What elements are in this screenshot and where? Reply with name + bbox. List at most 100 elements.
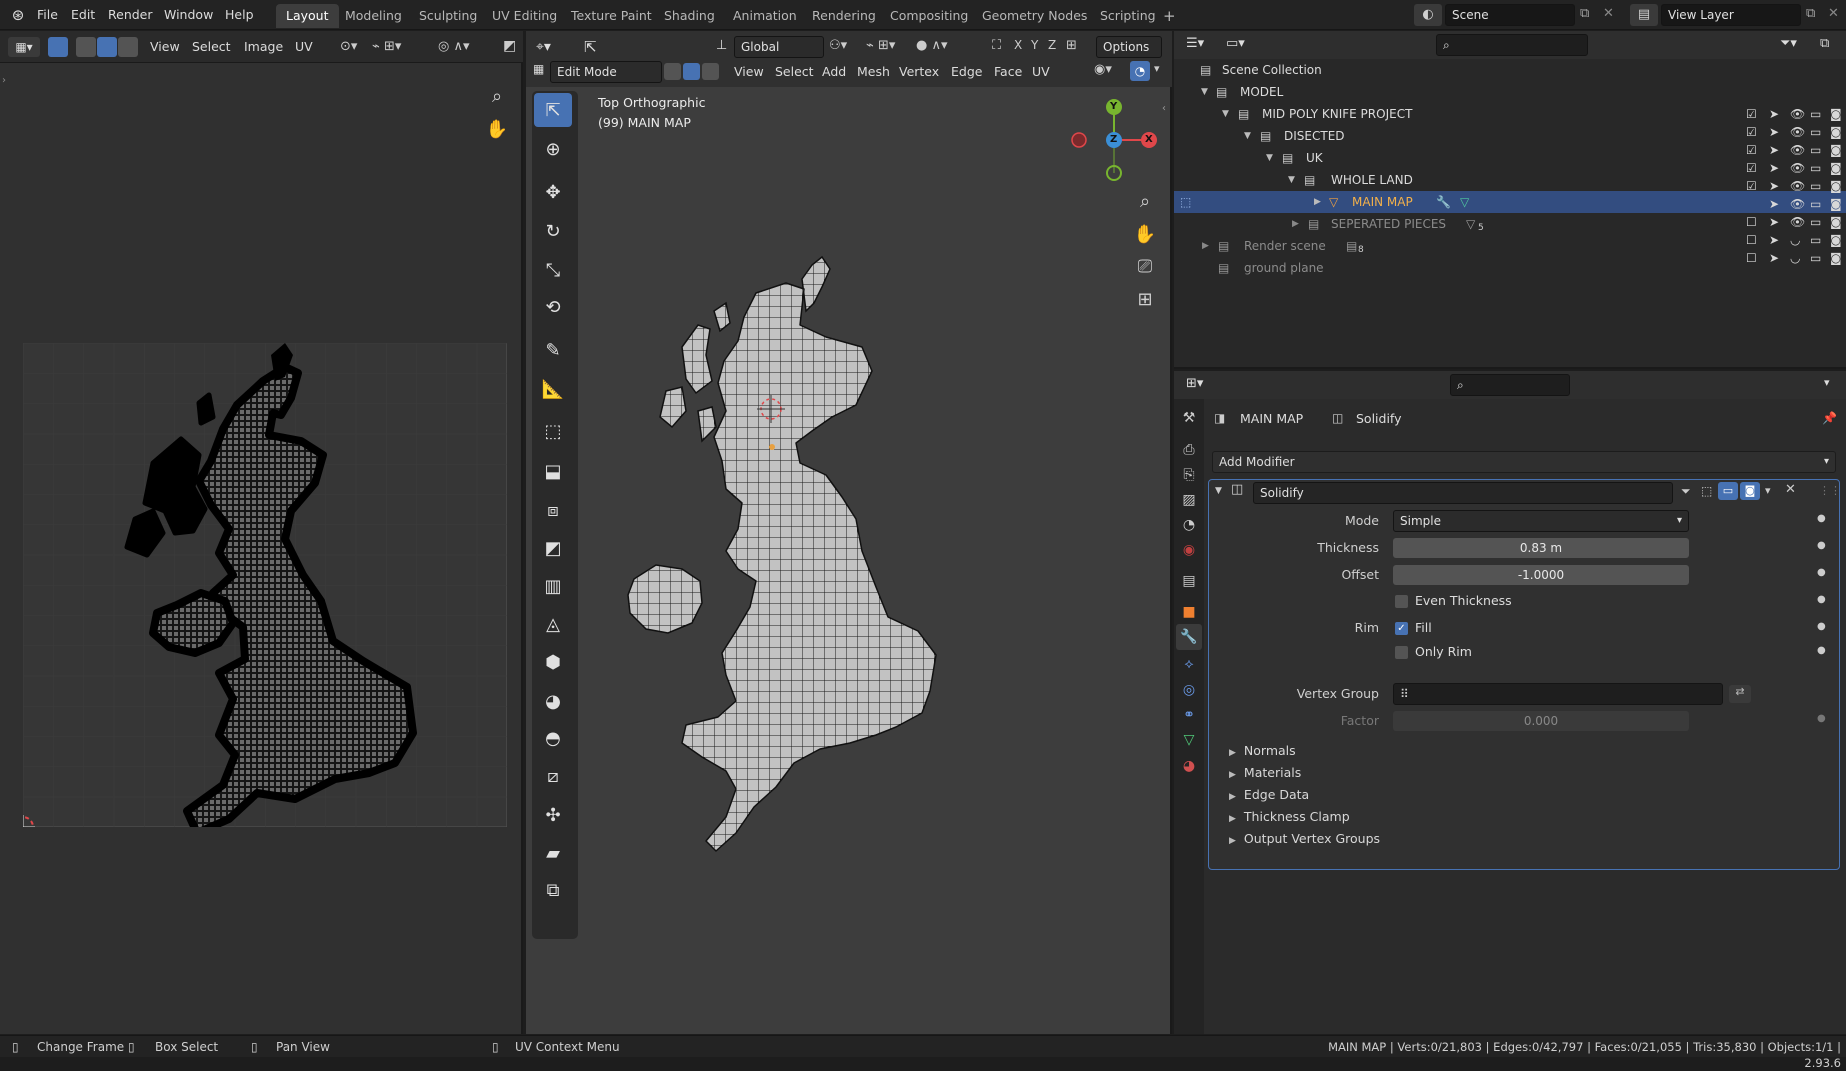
editor-type-3d-icon[interactable]: ⌖▾ [536, 39, 551, 55]
properties-editor-icon[interactable]: ⊞▾ [1186, 376, 1203, 391]
proportional-edit-3d-icon[interactable]: ● ∧▾ [916, 38, 948, 53]
3d-viewport[interactable]: ⌖▾ ⇱ ⊥ Global ⚇▾ ⌁ ⊞▾ ● ∧▾ ⛶ X Y Z ⊞ Opt… [526, 31, 1172, 1034]
display-mode-icon[interactable]: ▭▾ [1226, 36, 1245, 51]
overlays-icon[interactable]: ◔ [1130, 61, 1150, 81]
fill-checkbox[interactable]: ✓ [1395, 622, 1408, 635]
vertex-group-field[interactable]: ⠿ [1393, 683, 1723, 705]
hide-eye-icons[interactable]: 👁 👁 👁 👁 👁 👁 👁 ◡ ◡ [1790, 105, 1805, 267]
pivot-point-icon[interactable]: ⚇▾ [829, 38, 847, 53]
drag-handle-icon[interactable]: ⋮⋮ [1819, 484, 1841, 497]
measure-tool-icon[interactable]: 📐 [534, 372, 572, 406]
collapse-arrow-icon[interactable]: ▼ [1215, 486, 1222, 496]
orientation-dropdown[interactable]: Global [734, 36, 824, 58]
rotate-tool-icon[interactable]: ↻ [534, 214, 572, 248]
tab-uv-editing[interactable]: UV Editing [482, 4, 567, 28]
physics-tab-icon[interactable]: ◎ [1176, 677, 1202, 703]
ortho-toggle-icon[interactable]: ⊞ [1130, 284, 1160, 314]
menu-file[interactable]: File [30, 4, 65, 26]
annotate-tool-icon[interactable]: ✎ [534, 333, 572, 367]
vp-menu-vertex[interactable]: Vertex [893, 61, 945, 83]
expand-arrow-icon[interactable]: ▼ [1266, 147, 1273, 169]
properties-search-input[interactable]: ⌕ [1450, 374, 1570, 396]
constraints-tab-icon[interactable]: ⚭ [1176, 702, 1202, 728]
collection-tab-icon[interactable]: ▤ [1176, 568, 1202, 594]
rip-tool-icon[interactable]: ⧉ [534, 873, 572, 907]
overlays-dropdown-icon[interactable]: ▾ [1154, 62, 1160, 75]
vp-menu-view[interactable]: View [728, 61, 770, 83]
material-tab-icon[interactable]: ◕ [1176, 753, 1202, 779]
keyframe-dot-icon[interactable]: ● [1817, 645, 1826, 656]
outliner-editor-icon[interactable]: ☰▾ [1186, 36, 1204, 51]
keyframe-dot-icon[interactable]: ● [1817, 540, 1826, 551]
close-view-layer-icon[interactable]: ✕ [1828, 6, 1839, 21]
section-output-vertex-groups[interactable]: ▶ Output Vertex Groups [1229, 831, 1380, 846]
vertex-mode-icon[interactable] [664, 63, 681, 80]
tab-layout[interactable]: Layout [276, 4, 339, 28]
menu-edit[interactable]: Edit [64, 4, 102, 26]
tab-texture-paint[interactable]: Texture Paint [561, 4, 662, 28]
image-display-icon[interactable]: ◩ [503, 38, 516, 54]
move-tool-icon[interactable]: ✥ [534, 175, 572, 209]
smooth-tool-icon[interactable]: ◓ [534, 721, 572, 755]
select-box-icon[interactable]: ⇱ [584, 38, 597, 56]
expand-arrow-icon[interactable]: ▼ [1222, 103, 1229, 125]
edit-mode-toggle-icon[interactable]: ⬚ [1701, 484, 1712, 498]
editor-type-icon[interactable]: ▦▾ [8, 37, 40, 57]
edge-slide-tool-icon[interactable]: ⧄ [534, 759, 572, 793]
viewport-toggle-icon[interactable]: ▭ [1718, 482, 1738, 500]
camera-view-icon[interactable]: ⎚ [1130, 251, 1160, 281]
keyframe-dot-icon[interactable]: ● [1817, 621, 1826, 632]
pan-hand-icon[interactable]: ✋ [482, 114, 512, 144]
modifier-tab-icon[interactable]: 🔧 [1176, 624, 1202, 650]
cursor-tool-icon[interactable]: ⊕ [534, 132, 572, 166]
spin-tool-icon[interactable]: ◕ [534, 684, 572, 718]
transform-orientation-icon[interactable]: ⊥ [716, 38, 727, 53]
tab-shading[interactable]: Shading [654, 4, 725, 28]
vp-menu-mesh[interactable]: Mesh [851, 61, 896, 83]
tab-modeling[interactable]: Modeling [335, 4, 412, 28]
new-scene-icon[interactable]: ⧉ [1580, 6, 1589, 21]
view-layer-field[interactable]: View Layer [1661, 4, 1801, 26]
new-view-layer-icon[interactable]: ⧉ [1806, 6, 1815, 21]
exclude-checkboxes[interactable]: ☑ ☑ ☑ ☑ ☑ ☐ ☐ ☐ [1746, 105, 1757, 267]
axis-y-toggle[interactable]: Y [1031, 38, 1038, 52]
pin-icon[interactable]: 📌 [1822, 411, 1837, 425]
edge-select-icon[interactable] [97, 37, 117, 57]
keyframe-dot-icon[interactable]: ● [1817, 594, 1826, 605]
tab-animation[interactable]: Animation [723, 4, 807, 28]
outliner-search-input[interactable]: ⌕ [1436, 34, 1588, 56]
modifier-dropdown-icon[interactable]: ▾ [1765, 484, 1771, 497]
mesh-map[interactable] [626, 251, 1096, 901]
keyframe-dot-icon[interactable]: ● [1817, 513, 1826, 524]
render-disable-icons[interactable]: ◙ ◙ ◙ ◙ ◙ ◙ ◙ ◙ ◙ [1830, 105, 1842, 267]
bevel-tool-icon[interactable]: ◩ [534, 531, 572, 565]
thickness-field[interactable]: 0.83 m [1393, 538, 1689, 558]
scene-icon[interactable]: ◐ [1414, 4, 1442, 26]
menu-window[interactable]: Window [157, 4, 220, 26]
mode-dropdown[interactable]: Edit Mode [550, 61, 662, 83]
snap-icon[interactable]: ⌁ ⊞▾ [372, 39, 401, 54]
view-layer-tab-icon[interactable]: ▨ [1176, 487, 1202, 513]
pivot-icon[interactable]: ⊙▾ [340, 39, 357, 54]
vp-menu-add[interactable]: Add [816, 61, 852, 83]
viewport-pan-icon[interactable]: ✋ [1130, 219, 1160, 249]
invert-vertex-group-icon[interactable]: ⇄ [1729, 685, 1751, 703]
mesh-data-icon[interactable]: ▽ [1460, 191, 1469, 213]
tool-tab-icon[interactable]: ⚒ [1176, 405, 1202, 431]
factor-field[interactable]: 0.000 [1393, 711, 1689, 731]
uv-menu-view[interactable]: View [144, 36, 186, 58]
view-layer-icon[interactable]: ▤ [1630, 4, 1658, 26]
tab-sculpting[interactable]: Sculpting [409, 4, 487, 28]
blender-logo-icon[interactable]: ⊛ [8, 5, 28, 25]
menu-render[interactable]: Render [101, 4, 160, 26]
add-modifier-dropdown[interactable]: Add Modifier ▾ [1212, 451, 1836, 473]
mirror-icon[interactable]: ⛶ [992, 38, 1001, 53]
expand-arrow-icon[interactable]: ▼ [1288, 169, 1295, 191]
vp-menu-uv[interactable]: UV [1026, 61, 1056, 83]
tab-geometry-nodes[interactable]: Geometry Nodes [972, 4, 1097, 28]
section-materials[interactable]: ▶ Materials [1229, 765, 1301, 780]
inset-tool-icon[interactable]: ⧈ [534, 493, 572, 527]
expand-toolbar-icon[interactable]: › [2, 75, 6, 86]
modifier-name-input[interactable]: Solidify [1253, 482, 1673, 504]
expand-arrow-icon[interactable]: ▶ [1314, 191, 1321, 213]
